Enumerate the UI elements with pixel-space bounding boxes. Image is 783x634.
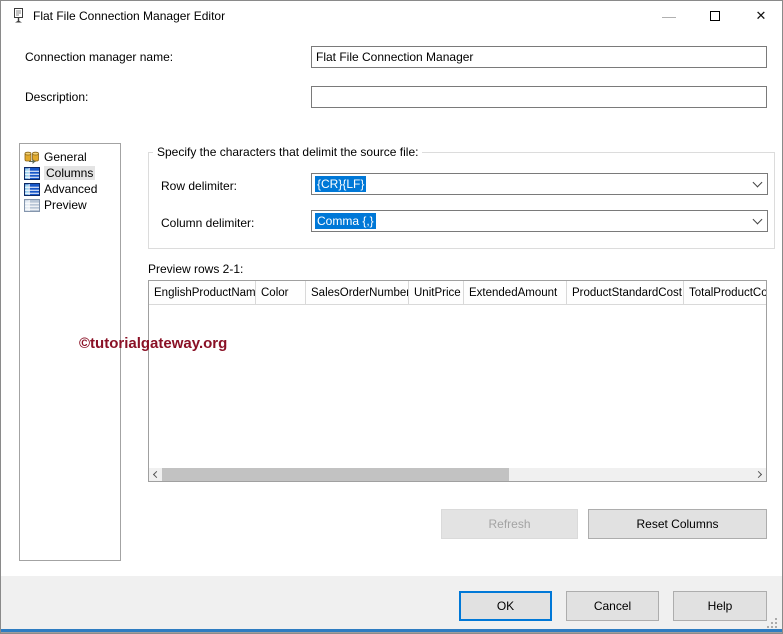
column-header[interactable]: ProductStandardCost (567, 281, 684, 304)
dialog-footer (1, 576, 782, 629)
column-delimiter-combobox[interactable]: Comma {,} (311, 210, 768, 232)
preview-grid-body (149, 305, 766, 457)
sidebar-item-label: Advanced (44, 182, 98, 196)
advanced-table-icon (24, 182, 40, 196)
pages-list: General Columns Advanced Preview (19, 143, 121, 561)
connection-manager-icon (14, 8, 23, 23)
chevron-right-icon (754, 470, 763, 479)
column-header[interactable]: ExtendedAmount (464, 281, 567, 304)
row-delimiter-combobox[interactable]: {CR}{LF} (311, 173, 768, 195)
scroll-left-button[interactable] (149, 468, 162, 481)
watermark-text: ©tutorialgateway.org (79, 335, 228, 352)
column-header[interactable]: TotalProductCost (684, 281, 766, 304)
column-header[interactable]: UnitPrice (409, 281, 464, 304)
chevron-down-icon (752, 214, 762, 225)
close-icon: ✕ (755, 8, 767, 23)
description-label: Description: (25, 90, 89, 104)
help-button[interactable]: Help (673, 591, 767, 621)
flat-file-connection-manager-editor-dialog: Flat File Connection Manager Editor — ✕ … (0, 0, 783, 634)
maximize-button[interactable] (692, 1, 738, 31)
preview-table-icon (24, 198, 40, 212)
preview-grid: EnglishProductName Color SalesOrderNumbe… (148, 280, 767, 482)
scroll-right-button[interactable] (753, 468, 766, 481)
sidebar-item-label: Columns (44, 166, 96, 180)
minimize-button: — (646, 1, 692, 31)
column-delimiter-value: Comma {,} (315, 213, 376, 229)
cancel-button[interactable]: Cancel (566, 591, 659, 621)
minimize-icon: — (662, 8, 676, 24)
chevron-down-icon (752, 177, 762, 188)
sidebar-item-label: Preview (44, 198, 87, 212)
sidebar-item-preview[interactable]: Preview (20, 197, 120, 213)
general-database-icon (24, 151, 39, 164)
close-button[interactable]: ✕ (738, 1, 782, 31)
resize-grip[interactable] (765, 616, 777, 628)
maximize-icon (710, 11, 720, 21)
sidebar-item-advanced[interactable]: Advanced (20, 181, 120, 197)
window-title: Flat File Connection Manager Editor (33, 9, 226, 23)
column-delimiter-label: Column delimiter: (161, 216, 255, 230)
chevron-left-icon (152, 470, 161, 479)
scrollbar-thumb[interactable] (162, 468, 509, 481)
ok-button[interactable]: OK (459, 591, 552, 621)
column-header[interactable]: EnglishProductName (149, 281, 256, 304)
column-header[interactable]: Color (256, 281, 306, 304)
row-delimiter-value: {CR}{LF} (315, 176, 367, 192)
connection-manager-name-label: Connection manager name: (25, 50, 174, 64)
preview-rows-label: Preview rows 2-1: (148, 262, 244, 276)
horizontal-scrollbar[interactable] (149, 468, 766, 481)
preview-grid-header: EnglishProductName Color SalesOrderNumbe… (149, 281, 766, 305)
sidebar-item-label: General (44, 150, 87, 164)
title-bar: Flat File Connection Manager Editor — ✕ (1, 1, 782, 31)
delimiters-groupbox (148, 152, 775, 249)
sidebar-item-columns[interactable]: Columns (20, 165, 120, 181)
connection-manager-name-input[interactable] (311, 46, 767, 68)
refresh-button: Refresh (441, 509, 578, 539)
sidebar-item-general[interactable]: General (20, 149, 120, 165)
row-delimiter-label: Row delimiter: (161, 179, 238, 193)
column-header[interactable]: SalesOrderNumber (306, 281, 409, 304)
reset-columns-button[interactable]: Reset Columns (588, 509, 767, 539)
description-input[interactable] (311, 86, 767, 108)
columns-table-icon (24, 166, 40, 180)
delimiters-group-label: Specify the characters that delimit the … (153, 145, 423, 159)
